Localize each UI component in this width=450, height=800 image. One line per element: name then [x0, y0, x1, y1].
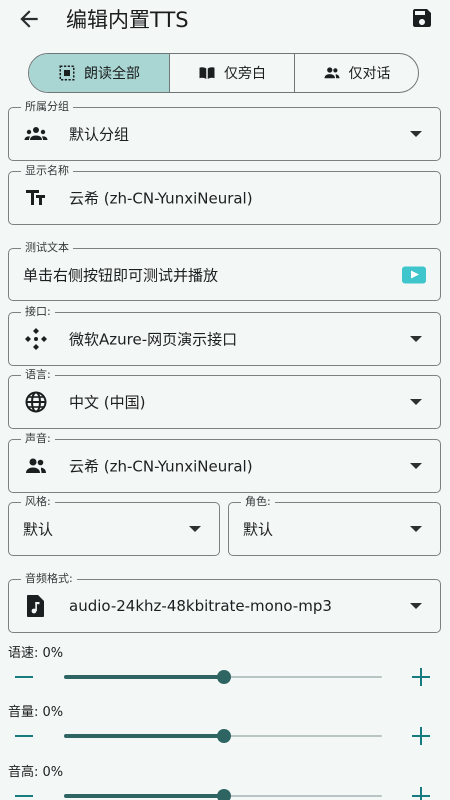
arrow-back-icon[interactable] — [16, 6, 42, 32]
group-label: 所属分组 — [21, 99, 73, 115]
top-app-bar: 编辑内置TTS — [0, 0, 450, 38]
pitch-slider-thumb[interactable] — [217, 789, 231, 800]
pitch-slider-track[interactable] — [224, 795, 382, 797]
style-label: 风格: — [21, 494, 55, 510]
text-fields-icon — [23, 185, 49, 211]
tab-read-all[interactable]: 朗读全部 — [29, 54, 169, 92]
audio-file-icon — [23, 593, 49, 619]
tab-narration-only-label: 仅旁白 — [224, 66, 266, 82]
test-text-field[interactable]: 测试文本 单击右侧按钮即可测试并播放 — [8, 240, 441, 301]
role-value: 默认 — [243, 520, 274, 539]
volume-label: 音量: 0% — [8, 705, 64, 720]
dropdown-arrow-icon — [410, 336, 422, 342]
tab-dialogue-only[interactable]: 仅对话 — [294, 54, 418, 92]
audio-format-dropdown[interactable]: 音频格式: audio-24khz-48kbitrate-mono-mp3 — [8, 571, 441, 633]
audio-format-value: audio-24khz-48kbitrate-mono-mp3 — [69, 597, 332, 615]
language-value: 中文 (中国) — [69, 393, 146, 412]
api-icon — [23, 326, 49, 352]
voice-label: 声音: — [21, 431, 55, 447]
volume-slider-track-active[interactable] — [64, 734, 224, 738]
audio-format-label: 音频格式: — [21, 571, 77, 587]
language-label: 语言: — [21, 367, 55, 383]
tab-dialogue-only-label: 仅对话 — [348, 66, 391, 82]
role-label: 角色: — [241, 494, 275, 510]
rate-slider-track[interactable] — [224, 676, 382, 678]
test-text-label: 测试文本 — [21, 240, 73, 256]
tab-narration-only[interactable]: 仅旁白 — [169, 54, 294, 92]
pitch-slider-track-active[interactable] — [64, 794, 224, 798]
display-name-value: 云希 (zh-CN-YunxiNeural) — [69, 189, 253, 208]
globe-icon — [23, 389, 49, 415]
api-dropdown[interactable]: 接口: 微软Azure-网页演示接口 — [8, 304, 441, 366]
group-value: 默认分组 — [69, 125, 130, 144]
style-value: 默认 — [23, 520, 54, 539]
rate-slider-track-active[interactable] — [64, 675, 224, 679]
plus-icon-vertical[interactable] — [420, 727, 422, 745]
rate-slider-row — [0, 662, 450, 692]
voice-dropdown[interactable]: 声音: 云希 (zh-CN-YunxiNeural) — [8, 431, 441, 493]
dropdown-arrow-icon — [410, 526, 422, 532]
test-text-value: 单击右侧按钮即可测试并播放 — [23, 266, 219, 284]
tab-read-all-label: 朗读全部 — [84, 66, 140, 82]
rate-label: 语速: 0% — [8, 646, 64, 661]
plus-icon-vertical[interactable] — [420, 668, 422, 686]
volume-slider-row — [0, 721, 450, 751]
voice-value: 云希 (zh-CN-YunxiNeural) — [69, 457, 253, 476]
plus-icon-vertical[interactable] — [420, 787, 422, 800]
pitch-label: 音高: 0% — [8, 765, 64, 780]
minus-icon[interactable] — [15, 676, 33, 678]
people-icon — [324, 67, 339, 79]
display-name-field[interactable]: 显示名称 云希 (zh-CN-YunxiNeural) — [8, 163, 441, 225]
language-dropdown[interactable]: 语言: 中文 (中国) — [8, 367, 441, 429]
dropdown-arrow-icon — [189, 526, 201, 532]
group-icon — [23, 121, 49, 147]
volume-slider-thumb[interactable] — [217, 729, 231, 743]
save-icon[interactable] — [410, 6, 434, 30]
dropdown-arrow-icon — [410, 131, 422, 137]
api-label: 接口: — [21, 304, 55, 320]
page-title: 编辑内置TTS — [66, 8, 189, 32]
volume-slider-track[interactable] — [224, 735, 382, 737]
read-all-icon — [59, 65, 75, 81]
display-name-label: 显示名称 — [21, 163, 73, 179]
people-icon — [23, 453, 49, 479]
api-value: 微软Azure-网页演示接口 — [69, 330, 238, 349]
rate-slider-thumb[interactable] — [217, 670, 231, 684]
minus-icon[interactable] — [15, 795, 33, 797]
dropdown-arrow-icon — [410, 463, 422, 469]
role-dropdown[interactable]: 角色: 默认 — [228, 494, 441, 556]
pitch-slider-row — [0, 781, 450, 800]
minus-icon[interactable] — [15, 735, 33, 737]
book-icon — [199, 67, 215, 79]
group-dropdown[interactable]: 所属分组 默认分组 — [8, 99, 441, 161]
play-test-icon[interactable] — [402, 266, 426, 283]
dropdown-arrow-icon — [410, 399, 422, 405]
read-mode-segmented-button: 朗读全部 仅旁白 仅对话 — [28, 53, 419, 93]
style-dropdown[interactable]: 风格: 默认 — [8, 494, 220, 556]
dropdown-arrow-icon — [410, 603, 422, 609]
